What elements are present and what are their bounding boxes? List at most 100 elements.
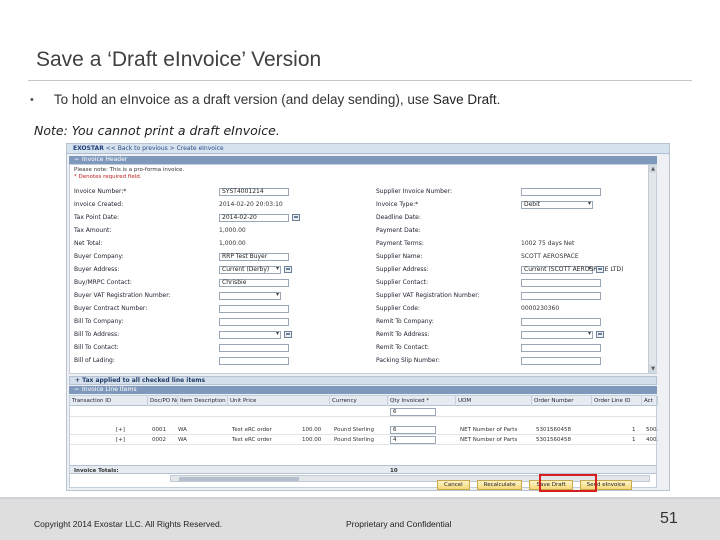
cell-uom: NET Number of Parts (460, 437, 518, 443)
field-input[interactable]: 2014-02-20 (219, 213, 289, 222)
scroll-thumb[interactable] (179, 477, 299, 481)
field-input[interactable] (219, 356, 289, 365)
field-label: Bill To Contact: (74, 344, 119, 351)
field-label: Buyer VAT Registration Number: (74, 292, 171, 299)
cancel-button[interactable]: Cancel (437, 480, 470, 490)
tax-applied-bar[interactable]: + Tax applied to all checked line items (69, 376, 657, 385)
table-row[interactable]: [+] 0001 WA Test eRC order 100.00 Pound Sterl… (70, 425, 659, 435)
table-row[interactable]: [+] 0002 WA Test eRC order 100.00 Pound Sterl… (70, 435, 659, 445)
field-tax-amount: Tax Amount: 1,000.00 (74, 226, 246, 235)
field-value: 1,000.00 (219, 240, 246, 247)
scroll-down-icon[interactable]: ▼ (649, 365, 657, 373)
field-label: Supplier Address: (376, 266, 429, 273)
qty-input[interactable]: 6 (390, 426, 436, 434)
cell-txn[interactable]: [+] (114, 425, 125, 435)
qty-input[interactable]: 6 (390, 408, 436, 416)
breadcrumb-trail[interactable]: << Back to previous > Create eInvoice (106, 145, 224, 152)
bullet-point: • To hold an eInvoice as a draft version… (30, 92, 500, 107)
field-tax-point-date: Tax Point Date: 2014-02-20 (74, 213, 300, 222)
field-input[interactable] (521, 291, 601, 300)
column-header-order-line-id[interactable]: Order Line ID (592, 396, 642, 406)
brand-logo: EXOSTAR (73, 145, 104, 152)
field-select[interactable] (521, 330, 593, 339)
action-buttons: Cancel Recalculate Save Draft Send eInvo… (437, 480, 633, 490)
cell-act (644, 407, 646, 417)
address-book-icon[interactable] (284, 331, 292, 338)
field-input[interactable] (521, 187, 601, 196)
field-input[interactable] (521, 317, 601, 326)
cell-po: 0002 (152, 437, 166, 443)
invoice-totals-row: Invoice Totals: 10 (70, 465, 656, 474)
field-supplier-code: Supplier Code: 0000230360 (376, 304, 559, 313)
field-supplier-invoice-number: Supplier Invoice Number: (376, 187, 601, 196)
field-input[interactable] (219, 343, 289, 352)
header-scrollbar[interactable]: ▲ ▼ (648, 165, 657, 373)
field-select[interactable] (219, 330, 281, 339)
field-packing-slip-number: Packing Slip Number: (376, 356, 601, 365)
cell-line: 1 (632, 437, 636, 443)
address-book-icon[interactable] (596, 266, 604, 273)
cell-txn[interactable] (114, 407, 116, 417)
cell-act: 400. (646, 437, 659, 443)
cell-act: 500. (646, 427, 659, 433)
field-select[interactable]: Current (Derby) (219, 265, 281, 274)
field-label: Remit To Company: (376, 318, 434, 325)
copyright-text: Copyright 2014 Exostar LLC. All Rights R… (34, 519, 223, 529)
field-label: Invoice Number:* (74, 188, 127, 195)
field-label: Supplier Invoice Number: (376, 188, 453, 195)
field-input[interactable] (521, 278, 601, 287)
address-book-icon[interactable] (284, 266, 292, 273)
field-select[interactable]: Current (SCOTT AEROSPACE LTD) (521, 265, 624, 274)
field-value: 1002 75 days Net (521, 240, 575, 247)
field-input[interactable] (521, 356, 601, 365)
bullet-text-suffix: . (496, 92, 501, 107)
cell-uom: NET Number of Parts (460, 427, 518, 433)
cell-price: 100.00 (302, 437, 322, 443)
field-input[interactable] (521, 343, 601, 352)
field-remit-to-contact: Remit To Contact: (376, 343, 601, 352)
column-header-unit-price[interactable]: Unit Price (228, 396, 330, 406)
field-label: Tax Point Date: (74, 214, 119, 221)
scroll-up-icon[interactable]: ▲ (649, 165, 657, 173)
field-input[interactable] (219, 304, 289, 313)
qty-input[interactable]: 4 (390, 436, 436, 444)
column-header-doc-po-no[interactable]: Doc/PO No. (148, 396, 178, 406)
field-supplier-name: Supplier Name: SCOTT AEROSPACE (376, 252, 579, 261)
field-select[interactable]: Debit (521, 200, 593, 209)
save-draft-highlight (539, 474, 597, 492)
cell-txn[interactable]: [+] (114, 435, 125, 445)
title-divider (28, 80, 692, 81)
cell-po: 0001 (152, 427, 166, 433)
field-label: Payment Date: (376, 227, 421, 234)
table-row[interactable]: 6 (70, 407, 656, 417)
column-header-act[interactable]: Act (642, 396, 658, 406)
column-header-transaction-id[interactable]: Transaction ID (70, 396, 148, 406)
field-remit-to-address: Remit To Address: (376, 330, 604, 339)
field-input[interactable]: RRP Test Buyer (219, 252, 289, 261)
field-bill-to-address: Bill To Address: (74, 330, 292, 339)
cell-po (150, 407, 152, 417)
column-header-currency[interactable]: Currency (330, 396, 388, 406)
cell-item: Test eRC order (232, 427, 272, 433)
column-header-uom[interactable]: UOM (456, 396, 532, 406)
field-select[interactable] (219, 291, 281, 300)
collapse-icon[interactable]: − (74, 156, 79, 163)
grid-header: Transaction ID Doc/PO No. Item Description… (70, 396, 658, 406)
field-net-total: Net Total: 1,000.00 (74, 239, 246, 248)
address-book-icon[interactable] (596, 331, 604, 338)
field-supplier-contact: Supplier Contact: (376, 278, 601, 287)
field-value: SCOTT AEROSPACE (521, 253, 579, 260)
column-header-item-description[interactable]: Item Description (178, 396, 228, 406)
field-input[interactable] (219, 317, 289, 326)
calendar-icon[interactable] (292, 214, 300, 221)
cell-line: 1 (632, 427, 636, 433)
field-input[interactable]: Chrisbie (219, 278, 289, 287)
recalculate-button[interactable]: Recalculate (476, 480, 523, 490)
field-input[interactable]: SYST4001214 (219, 187, 289, 196)
column-header-order-number[interactable]: Order Number (532, 396, 592, 406)
invoice-header-section[interactable]: − Invoice Header (69, 156, 657, 164)
field-value: 2014-02-20 20:03:10 (219, 201, 283, 208)
collapse-icon[interactable]: − (74, 386, 79, 393)
line-items-section[interactable]: − Invoice Line Items (69, 386, 657, 394)
column-header-qty-invoiced[interactable]: Qty Invoiced * (388, 396, 456, 406)
